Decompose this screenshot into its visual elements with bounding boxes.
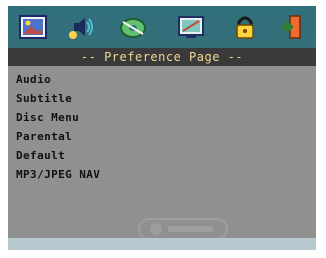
bottom-strip — [8, 238, 316, 250]
exit-icon[interactable] — [276, 12, 306, 42]
menu-item-default[interactable]: Default — [16, 146, 306, 165]
screen-icon[interactable] — [176, 12, 206, 42]
lock-icon[interactable] — [230, 12, 260, 42]
menu-item-audio[interactable]: Audio — [16, 70, 306, 89]
watermark-logo — [138, 218, 228, 240]
speaker-icon[interactable] — [66, 12, 96, 42]
disc-icon[interactable] — [118, 12, 148, 42]
menu-item-subtitle[interactable]: Subtitle — [16, 89, 306, 108]
menu-item-disc-menu[interactable]: Disc Menu — [16, 108, 306, 127]
icon-toolbar — [8, 6, 316, 48]
menu-item-mp3-jpeg-nav[interactable]: MP3/JPEG NAV — [16, 165, 306, 184]
page-title: -- Preference Page -- — [8, 48, 316, 66]
picture-icon[interactable] — [18, 12, 48, 42]
preference-menu: Audio Subtitle Disc Menu Parental Defaul… — [16, 70, 306, 184]
osd-screen: -- Preference Page -- Audio Subtitle Dis… — [8, 6, 316, 250]
menu-item-parental[interactable]: Parental — [16, 127, 306, 146]
